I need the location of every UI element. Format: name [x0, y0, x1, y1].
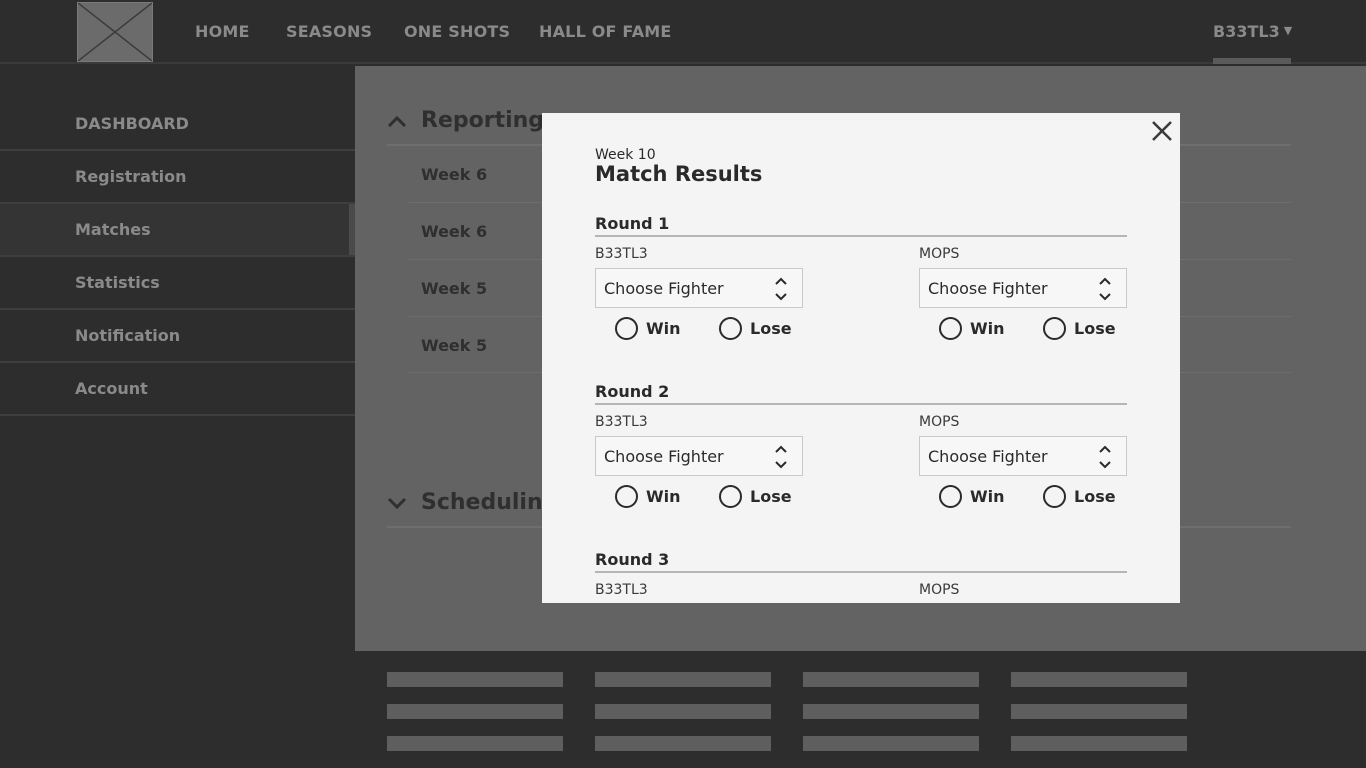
- player-a-name: B33TL3: [595, 414, 648, 430]
- win-label: Win: [970, 319, 1005, 338]
- scheduling-section-header[interactable]: Scheduling: [387, 490, 558, 515]
- player-b-name: MOPS: [919, 414, 960, 430]
- footer-link-placeholder[interactable]: [1011, 704, 1187, 719]
- sidebar-item-account[interactable]: Account: [0, 363, 355, 416]
- win-radio-a[interactable]: Win: [615, 485, 681, 508]
- week-row[interactable]: Week 6: [421, 165, 487, 184]
- win-radio-b[interactable]: Win: [939, 485, 1005, 508]
- divider: [595, 235, 1127, 237]
- player-a-name: B33TL3: [595, 582, 648, 598]
- win-label: Win: [646, 487, 681, 506]
- stepper-arrows-icon: [775, 277, 787, 301]
- radio-circle-icon: [939, 317, 962, 340]
- footer-link-placeholder[interactable]: [387, 672, 563, 687]
- sidebar-item-notification[interactable]: Notification: [0, 310, 355, 363]
- sidebar-item-dashboard[interactable]: DASHBOARD: [0, 98, 355, 151]
- footer-link-placeholder[interactable]: [595, 704, 771, 719]
- win-label: Win: [970, 487, 1005, 506]
- reporting-title: Reporting: [421, 108, 545, 133]
- nav-seasons[interactable]: SEASONS: [286, 22, 372, 41]
- footer-link-placeholder[interactable]: [387, 736, 563, 751]
- nav-one-shots[interactable]: ONE SHOTS: [404, 22, 510, 41]
- radio-circle-icon: [615, 317, 638, 340]
- week-row[interactable]: Week 5: [421, 279, 487, 298]
- fighter-select-a[interactable]: Choose Fighter: [595, 268, 803, 308]
- lose-radio-a[interactable]: Lose: [719, 485, 792, 508]
- fighter-select-a[interactable]: Choose Fighter: [595, 436, 803, 476]
- week-row[interactable]: Week 6: [421, 222, 487, 241]
- win-radio-b[interactable]: Win: [939, 317, 1005, 340]
- reporting-section-header[interactable]: Reporting: [387, 108, 544, 133]
- radio-circle-icon: [615, 485, 638, 508]
- lose-label: Lose: [750, 319, 792, 338]
- modal-title: Match Results: [595, 162, 763, 186]
- footer-link-placeholder[interactable]: [595, 672, 771, 687]
- footer-link-placeholder[interactable]: [595, 736, 771, 751]
- footer-link-placeholder[interactable]: [387, 704, 563, 719]
- radio-circle-icon: [719, 485, 742, 508]
- round-title: Round 3: [595, 550, 670, 569]
- logo-placeholder-icon[interactable]: [77, 2, 153, 62]
- lose-radio-b[interactable]: Lose: [1043, 485, 1116, 508]
- footer-link-placeholder[interactable]: [1011, 672, 1187, 687]
- radio-circle-icon: [939, 485, 962, 508]
- stepper-arrows-icon: [1099, 277, 1111, 301]
- scheduling-title: Scheduling: [421, 490, 559, 515]
- stepper-arrows-icon: [1099, 445, 1111, 469]
- radio-circle-icon: [1043, 485, 1066, 508]
- radio-circle-icon: [1043, 317, 1066, 340]
- fighter-select-value: Choose Fighter: [928, 278, 1048, 298]
- week-row[interactable]: Week 5: [421, 336, 487, 355]
- player-b-name: MOPS: [919, 246, 960, 262]
- fighter-select-b[interactable]: Choose Fighter: [919, 268, 1127, 308]
- close-icon: [1152, 121, 1172, 141]
- nav-hall-of-fame[interactable]: HALL OF FAME: [539, 22, 672, 41]
- radio-circle-icon: [719, 317, 742, 340]
- modal-week-label: Week 10: [595, 147, 656, 163]
- user-name: B33TL3: [1213, 22, 1280, 41]
- user-menu[interactable]: B33TL3 ▼: [1213, 22, 1292, 41]
- win-label: Win: [646, 319, 681, 338]
- fighter-select-value: Choose Fighter: [928, 446, 1048, 466]
- player-a-name: B33TL3: [595, 246, 648, 262]
- lose-label: Lose: [1074, 487, 1116, 506]
- round-title: Round 1: [595, 214, 670, 233]
- footer-link-placeholder[interactable]: [1011, 736, 1187, 751]
- sidebar-item-statistics[interactable]: Statistics: [0, 257, 355, 310]
- round-title: Round 2: [595, 382, 670, 401]
- fighter-select-value: Choose Fighter: [604, 446, 724, 466]
- match-results-modal: Week 10 Match Results Round 1 B33TL3 MOP…: [542, 113, 1180, 603]
- nav-home[interactable]: HOME: [195, 22, 250, 41]
- top-navigation: HOME SEASONS ONE SHOTS HALL OF FAME B33T…: [0, 0, 1366, 64]
- fighter-select-b[interactable]: Choose Fighter: [919, 436, 1127, 476]
- divider: [595, 403, 1127, 405]
- lose-radio-b[interactable]: Lose: [1043, 317, 1116, 340]
- win-radio-a[interactable]: Win: [615, 317, 681, 340]
- footer-link-placeholder[interactable]: [803, 736, 979, 751]
- sidebar-item-matches[interactable]: Matches: [0, 204, 355, 257]
- footer-link-placeholder[interactable]: [803, 672, 979, 687]
- fighter-select-value: Choose Fighter: [604, 278, 724, 298]
- lose-label: Lose: [750, 487, 792, 506]
- chevron-up-icon: [387, 115, 407, 127]
- chevron-down-icon: [387, 497, 407, 509]
- footer-link-placeholder[interactable]: [803, 704, 979, 719]
- caret-down-icon: ▼: [1283, 24, 1293, 37]
- sidebar-item-registration[interactable]: Registration: [0, 151, 355, 204]
- lose-radio-a[interactable]: Lose: [719, 317, 792, 340]
- lose-label: Lose: [1074, 319, 1116, 338]
- sidebar: DASHBOARD Registration Matches Statistic…: [0, 98, 355, 416]
- stepper-arrows-icon: [775, 445, 787, 469]
- divider: [595, 571, 1127, 573]
- user-menu-indicator: [1213, 58, 1291, 64]
- player-b-name: MOPS: [919, 582, 960, 598]
- close-button[interactable]: [1150, 119, 1174, 143]
